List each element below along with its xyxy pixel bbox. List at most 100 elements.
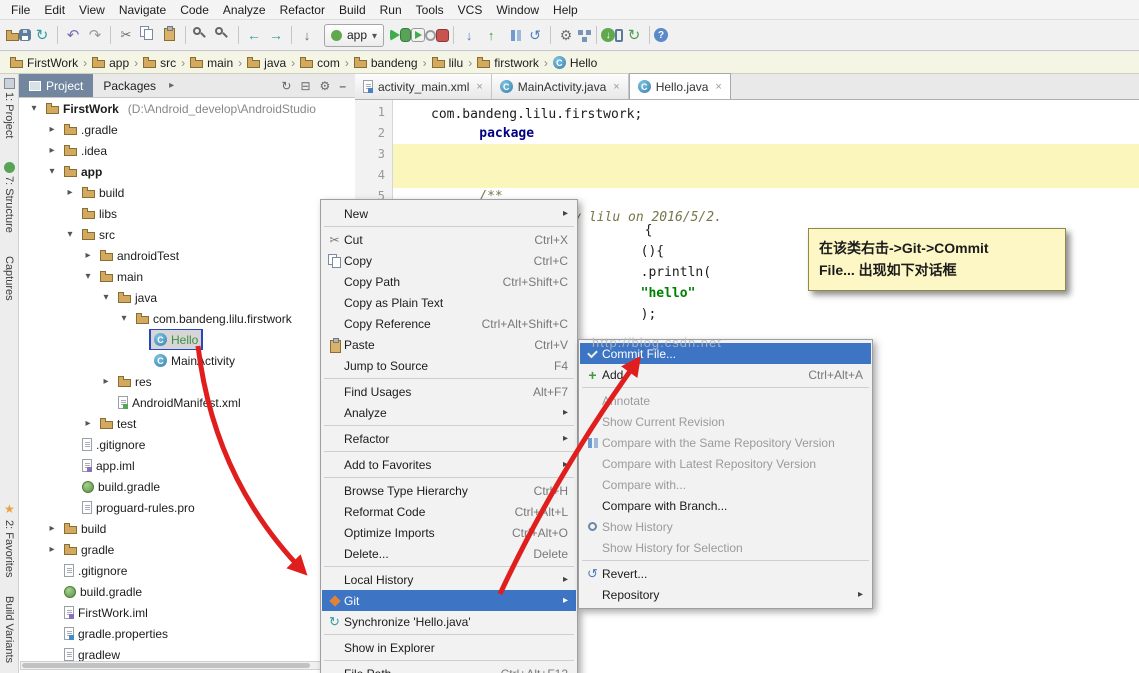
settings-icon[interactable] [555,24,577,46]
open-file-icon[interactable] [6,30,19,41]
menu-item-copy-path[interactable]: Copy Path Ctrl+Shift+C [322,271,576,292]
breadcrumb-item[interactable]: Hello [551,56,599,70]
run-icon[interactable] [390,29,400,41]
menu-item-annotate[interactable]: Annotate [580,390,871,411]
menubar-item[interactable]: Build [332,1,373,19]
tree-expand-icon[interactable] [117,313,131,324]
tree-expand-icon[interactable] [63,187,77,198]
gradle-sync-icon[interactable] [623,24,645,46]
tree-item[interactable]: com.bandeng.lilu.firstwork [19,308,355,329]
tree-item[interactable]: .idea [19,140,355,161]
tree-expand-icon[interactable] [63,229,77,240]
tab-project[interactable]: Project [19,74,93,97]
debug-icon[interactable] [400,28,411,42]
menubar-item[interactable]: File [4,1,37,19]
editor-tab[interactable]: MainActivity.java [492,74,629,99]
tree-item[interactable]: libs [19,203,355,224]
breadcrumb-item[interactable]: src [141,56,178,70]
goto-line-icon[interactable] [296,24,318,46]
tree-item[interactable]: main [19,266,355,287]
menu-item-compare-with[interactable]: Compare with... [580,474,871,495]
tab-packages[interactable]: Packages [93,74,166,97]
menubar-item[interactable]: VCS [451,1,490,19]
menubar-item[interactable]: Code [173,1,216,19]
tree-item[interactable]: androidTest [19,245,355,266]
refresh-icon[interactable] [281,79,291,93]
synchronize-icon[interactable] [31,24,53,46]
tree-item[interactable]: gradle [19,539,355,560]
menu-item-copy-reference[interactable]: Copy Reference Ctrl+Alt+Shift+C [322,313,576,334]
menu-item-reformat-code[interactable]: Reformat Code Ctrl+Alt+L [322,501,576,522]
menu-item-cut[interactable]: Cut Ctrl+X [322,229,576,250]
menu-item-copy[interactable]: Copy Ctrl+C [322,250,576,271]
tree-expand-icon[interactable] [45,124,59,135]
menubar-item[interactable]: Analyze [216,1,273,19]
tree-item[interactable]: .gitignore [19,434,355,455]
tree-expand-icon[interactable] [45,166,59,177]
menu-item-compare-latest-repository[interactable]: Compare with Latest Repository Version [580,453,871,474]
menu-item-git[interactable]: Git [322,590,576,611]
paste-icon[interactable] [159,24,181,46]
tree-item[interactable]: test [19,413,355,434]
menu-item-copy-as-plain-text[interactable]: Copy as Plain Text [322,292,576,313]
sdk-manager-icon[interactable] [601,28,615,42]
tree-item[interactable]: app [19,161,355,182]
forward-icon[interactable] [265,24,287,46]
settings-icon[interactable] [320,79,331,93]
tree-item[interactable]: FirstWork (D:\Android_develop\AndroidStu… [19,98,355,119]
editor-tab[interactable]: Hello.java [629,73,731,99]
menubar-item[interactable]: Refactor [273,1,332,19]
menu-item-delete[interactable]: Delete... Delete [322,543,576,564]
menubar-item[interactable]: Edit [37,1,72,19]
menu-item-compare-same-repository[interactable]: Compare with the Same Repository Version [580,432,871,453]
copy-icon[interactable] [137,24,159,46]
tree-item[interactable]: MainActivity [19,350,355,371]
menu-item-repository[interactable]: Repository [580,584,871,605]
hide-panel-icon[interactable] [339,79,346,93]
tree-expand-icon[interactable] [99,292,113,303]
tree-item[interactable]: build [19,182,355,203]
scrollbar-thumb[interactable] [22,663,310,668]
tree-expand-icon[interactable] [99,376,113,387]
tree-item[interactable]: res [19,371,355,392]
menu-item-add-to-favorites[interactable]: Add to Favorites [322,454,576,475]
collapse-all-icon[interactable] [300,79,310,93]
stripe-button-favorites[interactable]: 2: Favorites [3,520,15,577]
tree-item[interactable]: AndroidManifest.xml [19,392,355,413]
menu-item-file-path[interactable]: File Path Ctrl+Alt+F12 [322,663,576,673]
breadcrumb-item[interactable]: main [188,56,235,70]
menu-item-add[interactable]: Add Ctrl+Alt+A [580,364,871,385]
horizontal-scrollbar[interactable] [20,661,353,670]
tree-item[interactable]: FirstWork.iml [19,602,355,623]
help-icon[interactable] [654,28,668,42]
menu-item-find-usages[interactable]: Find Usages Alt+F7 [322,381,576,402]
close-icon[interactable] [476,81,482,93]
breadcrumb-item[interactable]: bandeng [352,56,420,70]
close-icon[interactable] [715,81,721,93]
tree-item[interactable]: build.gradle [19,476,355,497]
stripe-button-project[interactable]: 1: Project [3,92,15,138]
tree-item[interactable]: gradle.properties [19,623,355,644]
menu-item-show-history-for-selection[interactable]: Show History for Selection [580,537,871,558]
find-icon[interactable] [190,24,212,46]
chevron-right-icon[interactable] [169,80,174,91]
back-icon[interactable] [243,24,265,46]
menu-item-new[interactable]: New [322,203,576,224]
tree-item[interactable]: .gitignore [19,560,355,581]
tree-item[interactable]: .gradle [19,119,355,140]
tree-expand-icon[interactable] [81,418,95,429]
menu-item-show-current-revision[interactable]: Show Current Revision [580,411,871,432]
menu-item-analyze[interactable]: Analyze [322,402,576,423]
menu-item-jump-to-source[interactable]: Jump to Source F4 [322,355,576,376]
breadcrumb-item[interactable]: FirstWork [8,56,80,70]
tree-expand-icon[interactable] [45,145,59,156]
menubar-item[interactable]: Tools [409,1,451,19]
vcs-commit-icon[interactable] [480,24,502,46]
menu-item-revert[interactable]: Revert... [580,563,871,584]
tree-item[interactable]: proguard-rules.pro [19,497,355,518]
tree-item[interactable]: app.iml [19,455,355,476]
tree-expand-icon[interactable] [81,250,95,261]
favorites-star-icon[interactable] [4,502,15,513]
redo-icon[interactable] [84,24,106,46]
tree-item[interactable]: build [19,518,355,539]
